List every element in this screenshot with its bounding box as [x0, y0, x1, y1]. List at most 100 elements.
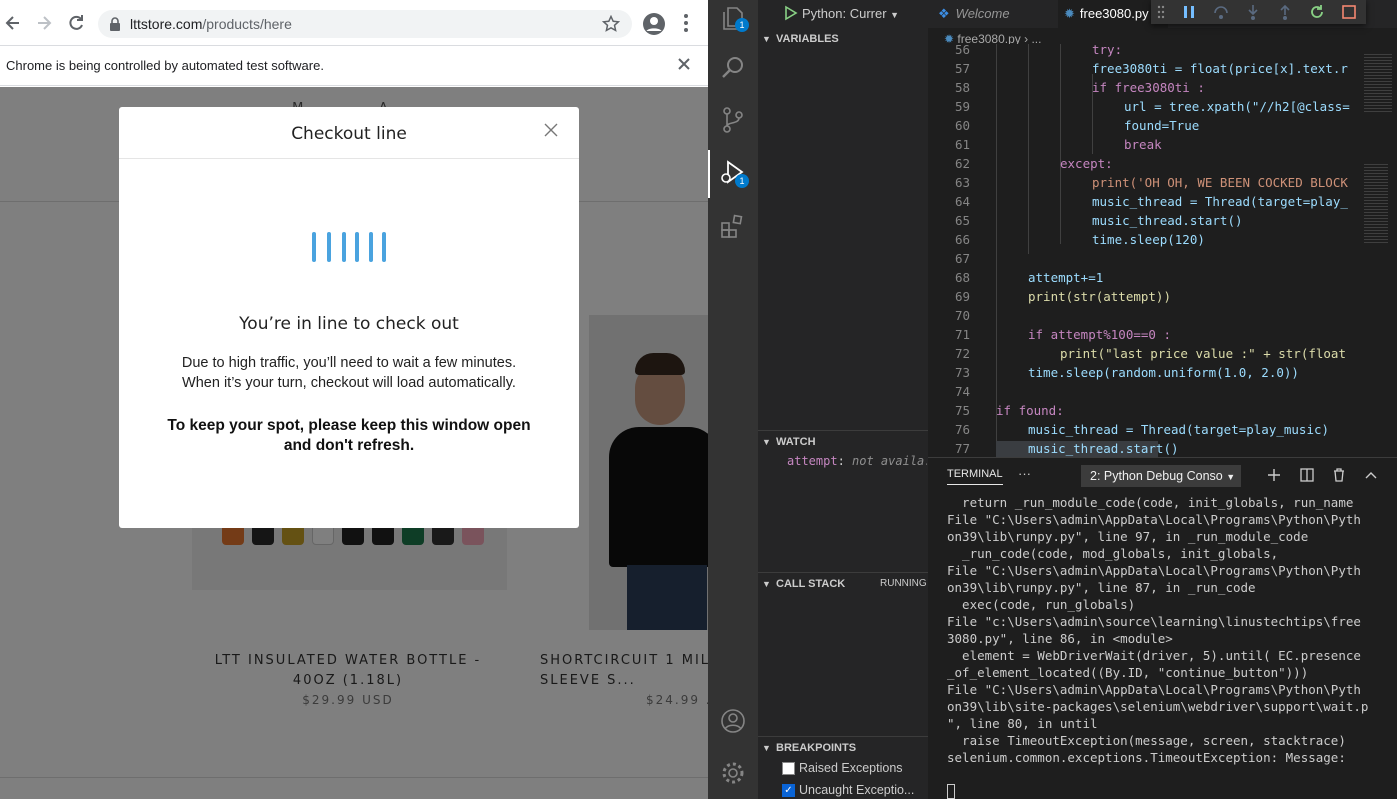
source-control-icon[interactable] — [719, 106, 747, 134]
terminal-output[interactable]: return _run_module_code(code, init_globa… — [947, 494, 1397, 766]
watch-item[interactable]: attempt: not availa... — [787, 454, 927, 470]
breakpoint-row: ✓ Uncaught Exceptio... — [782, 783, 928, 799]
close-icon[interactable] — [541, 121, 561, 141]
restart-icon[interactable] — [1308, 3, 1326, 21]
queue-warning: To keep your spot, please keep this wind… — [159, 416, 539, 456]
watch-section-header[interactable]: ▼ WATCH — [758, 430, 928, 452]
line-number: 71 — [954, 327, 970, 342]
modal-header: Checkout line — [119, 107, 579, 159]
indent-guide — [996, 44, 997, 457]
reload-icon[interactable] — [65, 12, 87, 34]
line-number: 69 — [954, 289, 970, 304]
line-number: 57 — [954, 61, 970, 76]
code-line: music_thread.start() — [1028, 441, 1179, 456]
code-line: music_thread = Thread(target=play_music) — [1028, 422, 1330, 437]
line-number: 65 — [954, 213, 970, 228]
raised-exceptions-checkbox[interactable] — [782, 762, 795, 775]
terminal-select[interactable]: 2: Python Debug Conso ▼ — [1081, 465, 1241, 487]
line-number: 66 — [954, 232, 970, 247]
queue-warning-line: To keep your spot, please keep this wind… — [167, 417, 531, 434]
infobar-text: Chrome is being controlled by automated … — [6, 58, 324, 73]
code-line: if found: — [996, 403, 1064, 418]
split-terminal-icon[interactable] — [1299, 467, 1315, 488]
pause-icon[interactable] — [1180, 3, 1198, 21]
browser-toolbar: lttstore.com/products/here — [0, 0, 708, 46]
account-icon[interactable] — [719, 707, 747, 735]
line-number: 75 — [954, 403, 970, 418]
code-line: music_thread.start() — [1092, 213, 1243, 228]
tab-welcome[interactable]: ❖ Welcome — [938, 0, 1053, 28]
run-debug-icon[interactable]: 1 — [719, 158, 749, 188]
watch-item-name: attempt — [787, 454, 838, 468]
code-line: time.sleep(random.uniform(1.0, 2.0)) — [1028, 365, 1299, 380]
chevron-up-icon[interactable] — [1363, 467, 1379, 488]
forward-arrow-icon[interactable] — [33, 12, 55, 34]
terminal-panel: TERMINAL ··· 2: Python Debug Conso ▼ ret… — [928, 457, 1397, 799]
menu-kebab-icon[interactable] — [680, 13, 692, 38]
vscode-logo-icon: ❖ — [938, 6, 950, 21]
close-icon[interactable] — [677, 57, 691, 76]
panel-header: TERMINAL ··· 2: Python Debug Conso ▼ — [928, 458, 1397, 494]
star-icon[interactable] — [601, 14, 621, 38]
step-into-icon[interactable] — [1244, 3, 1262, 21]
call-stack-status: RUNNING — [880, 578, 927, 589]
search-icon[interactable] — [719, 54, 747, 82]
minimap[interactable] — [1360, 44, 1397, 457]
code-line: found=True — [1124, 118, 1200, 133]
more-actions-icon[interactable]: ··· — [1018, 466, 1031, 481]
debug-sidebar: Python: Currer ▼ ▼ VARIABLES ▼ WATCH attem… — [758, 0, 928, 799]
chevron-down-icon: ▼ — [762, 34, 771, 44]
line-number: 67 — [954, 251, 970, 266]
url-path: /products/here — [202, 16, 292, 32]
variables-title: VARIABLES — [776, 33, 839, 45]
gear-icon[interactable] — [719, 759, 747, 787]
code-line: url = tree.xpath("//h2[@class= — [1124, 99, 1350, 114]
stop-icon[interactable] — [1340, 3, 1358, 21]
terminal-cursor — [947, 784, 955, 799]
line-number: 61 — [954, 137, 970, 152]
breakpoint-row: Raised Exceptions — [782, 761, 928, 777]
start-debugging-icon[interactable] — [784, 5, 798, 26]
line-number: 73 — [954, 365, 970, 380]
line-number: 63 — [954, 175, 970, 190]
call-stack-section-header[interactable]: ▼ CALL STACK RUNNING — [758, 572, 928, 594]
code-line: if free3080ti : — [1092, 80, 1205, 95]
chevron-down-icon: ▼ — [762, 437, 771, 447]
code-line: break — [1124, 137, 1162, 152]
line-number: 59 — [954, 99, 970, 114]
run-config-select[interactable]: Python: Currer ▼ — [802, 4, 912, 24]
code-line: print("last price value :" + str(float — [1060, 346, 1346, 361]
automation-infobar: Chrome is being controlled by automated … — [0, 46, 708, 86]
lock-icon — [110, 17, 120, 31]
breakpoint-label: Raised Exceptions — [799, 761, 903, 775]
code-line: attempt+=1 — [1028, 270, 1104, 285]
line-number: 56 — [954, 44, 970, 57]
step-out-icon[interactable] — [1276, 3, 1294, 21]
extensions-icon[interactable] — [719, 212, 747, 240]
drag-handle-icon[interactable] — [1156, 3, 1174, 21]
breakpoints-section-header[interactable]: ▼ BREAKPOINTS — [758, 736, 928, 758]
trash-icon[interactable] — [1331, 467, 1347, 488]
line-number: 74 — [954, 384, 970, 399]
line-number: 70 — [954, 308, 970, 323]
code-line: if attempt%100==0 : — [1028, 327, 1171, 342]
line-number: 58 — [954, 80, 970, 95]
code-editor[interactable]: 56 try: 57 free3080ti = float(price[x].t… — [928, 44, 1397, 457]
vscode-window: 1 1 Python: Currer ▼ ▼ VARIABLES ▼ WATCH… — [708, 0, 1397, 799]
add-terminal-icon[interactable] — [1266, 467, 1282, 488]
uncaught-exceptions-checkbox[interactable]: ✓ — [782, 784, 795, 797]
tab-terminal[interactable]: TERMINAL — [947, 468, 1003, 485]
explorer-icon[interactable]: 1 — [719, 4, 749, 32]
variables-section-header[interactable]: ▼ VARIABLES — [758, 28, 928, 50]
checkout-queue-modal: Checkout line You’re in line to check ou… — [119, 107, 579, 528]
run-config-bar: Python: Currer ▼ — [758, 0, 928, 28]
line-number: 72 — [954, 346, 970, 361]
profile-avatar-icon[interactable] — [642, 12, 666, 41]
address-bar[interactable]: lttstore.com/products/here — [98, 10, 632, 38]
step-over-icon[interactable] — [1212, 3, 1230, 21]
back-arrow-icon[interactable] — [2, 12, 24, 34]
breakpoint-label: Uncaught Exceptio... — [799, 783, 915, 797]
indent-guide — [1060, 44, 1061, 244]
chrome-window: lttstore.com/products/here Chrome is bei… — [0, 0, 708, 799]
debug-badge: 1 — [735, 174, 749, 188]
